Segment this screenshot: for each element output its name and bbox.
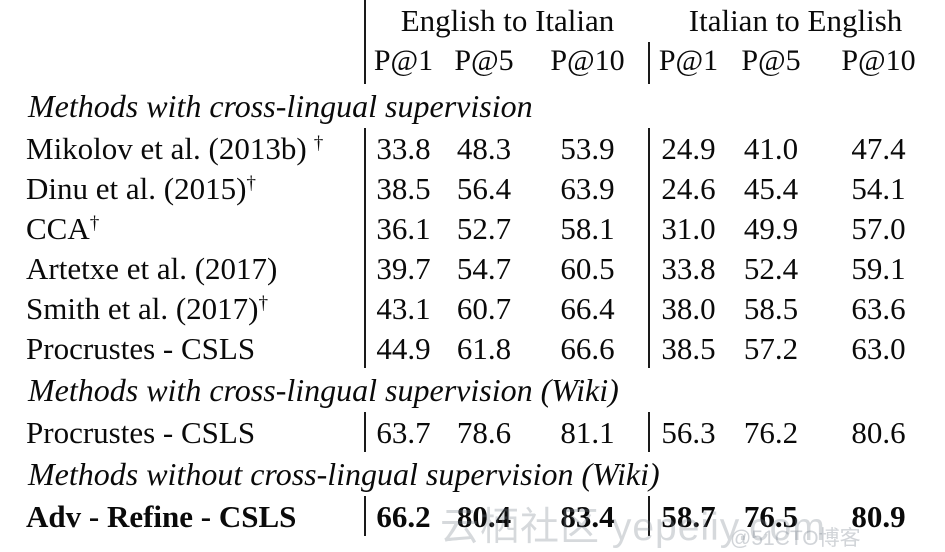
dagger-icon: † bbox=[258, 292, 269, 314]
table-row: Procrustes - CSLS 44.9 61.8 66.6 38.5 57… bbox=[4, 328, 942, 368]
cell-value: 81.1 bbox=[560, 414, 615, 450]
table-row: Dinu et al. (2015)† 38.5 56.4 63.9 24.6 … bbox=[4, 168, 942, 208]
method-text: Procrustes - CSLS bbox=[26, 414, 256, 450]
table-row: Mikolov et al. (2013b) † 33.8 48.3 53.9 2… bbox=[4, 128, 942, 168]
cell-value: 56.3 bbox=[648, 412, 728, 452]
cell-value: 60.7 bbox=[456, 290, 512, 326]
method-text: CCA bbox=[26, 210, 90, 246]
metric-header-ite-p5: P@5 bbox=[741, 44, 801, 77]
cell-value: 49.9 bbox=[743, 210, 799, 246]
cell-value: 83.4 bbox=[560, 498, 615, 534]
table-row: Artetxe et al. (2017) 39.7 54.7 60.5 33.… bbox=[4, 248, 942, 288]
table-row: Smith et al. (2017)† 43.1 60.7 66.4 38.0… bbox=[4, 288, 942, 328]
cell-value: 80.9 bbox=[851, 498, 906, 534]
cell-value: 58.1 bbox=[560, 210, 615, 246]
results-table-container: English to Italian Italian to English P@… bbox=[0, 0, 945, 551]
row-method-label: Adv - Refine - CSLS bbox=[4, 496, 365, 536]
cell-value: 76.2 bbox=[743, 414, 799, 450]
method-text: Adv - Refine - CSLS bbox=[26, 498, 297, 534]
cell-value: 39.7 bbox=[364, 248, 441, 288]
cell-value: 33.8 bbox=[648, 248, 728, 288]
section-title-row: Methods with cross-lingual supervision bbox=[4, 84, 942, 128]
cell-value: 80.4 bbox=[456, 498, 512, 534]
cell-value: 58.7 bbox=[648, 496, 728, 536]
cell-value: 43.1 bbox=[364, 288, 441, 328]
group-header-english-to-italian: English to Italian bbox=[363, 0, 650, 42]
method-text: Procrustes - CSLS bbox=[26, 330, 256, 366]
metric-header-eit-p5: P@5 bbox=[454, 44, 514, 77]
metric-header-eit-p1: P@1 bbox=[364, 42, 441, 84]
table-row: Adv - Refine - CSLS 66.2 80.4 83.4 58.7 … bbox=[4, 496, 942, 536]
row-method-label: Procrustes - CSLS bbox=[4, 328, 365, 368]
cell-value: 53.9 bbox=[560, 130, 615, 166]
table-row: Procrustes - CSLS 63.7 78.6 81.1 56.3 76… bbox=[4, 412, 942, 452]
cell-value: 63.6 bbox=[851, 290, 906, 326]
cell-value: 80.6 bbox=[851, 414, 906, 450]
cell-value: 45.4 bbox=[743, 170, 799, 206]
cell-value: 63.7 bbox=[364, 412, 441, 452]
cell-value: 58.5 bbox=[743, 290, 799, 326]
row-method-label: CCA† bbox=[4, 208, 365, 248]
section-title-row: Methods without cross-lingual supervisio… bbox=[4, 452, 942, 496]
method-column-header bbox=[4, 0, 365, 42]
cell-value: 78.6 bbox=[456, 414, 512, 450]
cell-value: 44.9 bbox=[364, 328, 441, 368]
row-method-label: Smith et al. (2017)† bbox=[4, 288, 365, 328]
cell-value: 63.9 bbox=[560, 170, 615, 206]
cell-value: 48.3 bbox=[456, 130, 512, 166]
cell-value: 61.8 bbox=[456, 330, 512, 366]
cell-value: 24.9 bbox=[648, 128, 728, 168]
row-method-label: Procrustes - CSLS bbox=[4, 412, 365, 452]
cell-value: 41.0 bbox=[743, 130, 799, 166]
metric-header-ite-p10: P@10 bbox=[841, 44, 916, 77]
cell-value: 54.1 bbox=[851, 170, 906, 206]
cell-value: 56.4 bbox=[456, 170, 512, 206]
method-text: Dinu et al. (2015) bbox=[26, 170, 247, 206]
cell-value: 63.0 bbox=[851, 330, 906, 366]
cell-value: 59.1 bbox=[851, 250, 906, 286]
section-title-supervised-wiki: Methods with cross-lingual supervision (… bbox=[28, 372, 619, 408]
method-text: Smith et al. (2017) bbox=[26, 290, 259, 326]
cell-value: 52.4 bbox=[743, 250, 799, 286]
dagger-icon: † bbox=[246, 172, 256, 194]
metric-header-spacer bbox=[4, 42, 365, 84]
row-method-label: Dinu et al. (2015)† bbox=[4, 168, 365, 208]
dagger-icon: † bbox=[313, 132, 324, 154]
cell-value: 47.4 bbox=[851, 130, 906, 166]
cell-value: 52.7 bbox=[456, 210, 512, 246]
cell-value: 33.8 bbox=[364, 128, 441, 168]
method-text: Artetxe et al. (2017) bbox=[26, 250, 278, 286]
cell-value: 38.0 bbox=[648, 288, 728, 328]
cell-value: 57.2 bbox=[743, 330, 799, 366]
method-text: Mikolov et al. (2013b) bbox=[26, 130, 307, 166]
cell-value: 66.4 bbox=[560, 290, 615, 326]
cell-value: 76.5 bbox=[743, 498, 799, 534]
cell-value: 24.6 bbox=[648, 168, 728, 208]
cell-value: 54.7 bbox=[456, 250, 512, 286]
dagger-icon: † bbox=[89, 212, 100, 234]
cell-value: 57.0 bbox=[851, 210, 906, 246]
cell-value: 60.5 bbox=[560, 250, 615, 286]
metric-header-ite-p1: P@1 bbox=[648, 42, 728, 84]
cell-value: 38.5 bbox=[648, 328, 728, 368]
cell-value: 36.1 bbox=[364, 208, 441, 248]
header-metric-row: P@1 P@5 P@10 P@1 P@5 P@10 bbox=[4, 42, 942, 84]
section-title-supervised: Methods with cross-lingual supervision bbox=[28, 88, 533, 124]
cell-value: 31.0 bbox=[648, 208, 728, 248]
row-method-label: Mikolov et al. (2013b) † bbox=[4, 128, 365, 168]
row-method-label: Artetxe et al. (2017) bbox=[4, 248, 365, 288]
metric-header-eit-p10: P@10 bbox=[550, 44, 625, 77]
section-title-unsupervised-wiki: Methods without cross-lingual supervisio… bbox=[28, 456, 660, 492]
group-header-italian-to-english: Italian to English bbox=[688, 2, 903, 38]
cell-value: 66.6 bbox=[560, 330, 615, 366]
section-title-row: Methods with cross-lingual supervision (… bbox=[4, 368, 942, 412]
cell-value: 38.5 bbox=[364, 168, 441, 208]
cell-value: 66.2 bbox=[364, 496, 441, 536]
results-table: English to Italian Italian to English P@… bbox=[4, 0, 942, 536]
table-row: CCA† 36.1 52.7 58.1 31.0 49.9 57.0 bbox=[4, 208, 942, 248]
header-group-row: English to Italian Italian to English bbox=[4, 0, 942, 42]
